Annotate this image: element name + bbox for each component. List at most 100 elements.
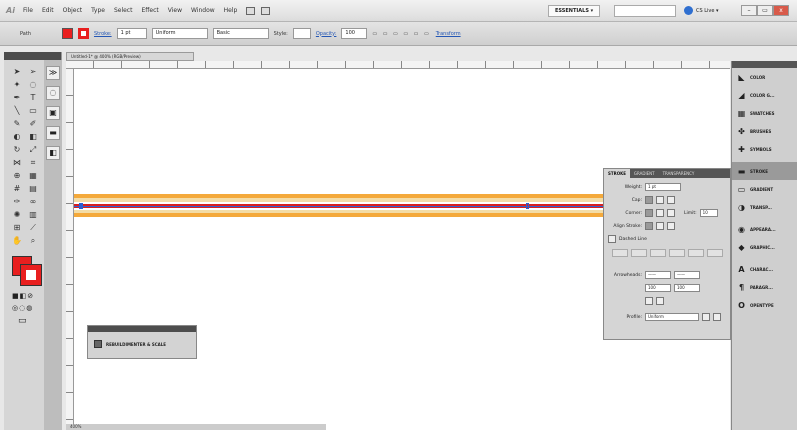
rectangle-tool-icon[interactable]: ▭ <box>26 105 40 116</box>
gradient-tool-icon[interactable]: ▤ <box>26 183 40 194</box>
tab-stroke[interactable]: STROKE <box>604 169 630 178</box>
dash-field-3[interactable] <box>688 249 704 257</box>
lasso-tool-icon[interactable]: ◌ <box>26 79 40 90</box>
panel-character[interactable]: A CHARAC... <box>732 260 797 278</box>
flip-along-button[interactable] <box>702 313 710 321</box>
menu-object[interactable]: Object <box>63 7 83 14</box>
pencil-tool-icon[interactable]: ✐ <box>26 118 40 129</box>
stroke-color-box[interactable] <box>20 264 42 286</box>
miter-join-button[interactable] <box>645 209 653 217</box>
dashed-line-checkbox[interactable] <box>608 235 616 243</box>
panel-color[interactable]: ◣ COLOR <box>732 68 797 86</box>
gap-field-1[interactable] <box>631 249 647 257</box>
transform-link[interactable]: Transform <box>436 31 461 37</box>
magic-wand-tool-icon[interactable]: ✦ <box>10 79 24 90</box>
flip-across-button[interactable] <box>713 313 721 321</box>
panel-symbols[interactable]: ✚ SYMBOLS <box>732 140 797 158</box>
navigator-icon[interactable]: ◌ <box>46 86 60 100</box>
menu-window[interactable]: Window <box>191 7 215 14</box>
draw-mode-icons[interactable]: ◎◌◍ <box>12 304 33 312</box>
layers-icon[interactable]: ▣ <box>46 106 60 120</box>
tab-gradient[interactable]: GRADIENT <box>630 169 659 178</box>
stroke-inner-top[interactable] <box>74 198 604 202</box>
rotate-tool-icon[interactable]: ↻ <box>10 144 24 155</box>
floating-panel-row[interactable]: REBUILDIMENTER & SCALE <box>88 332 196 348</box>
cs-live-button[interactable]: CS Live ▾ <box>684 6 719 15</box>
type-tool-icon[interactable]: T <box>26 92 40 103</box>
tools-panel-header[interactable] <box>4 52 61 60</box>
projecting-cap-button[interactable] <box>667 196 675 204</box>
panel-opentype[interactable]: O OPENTYPE <box>732 296 797 314</box>
eyedropper-tool-icon[interactable]: ✑ <box>10 196 24 207</box>
menu-effect[interactable]: Effect <box>141 7 158 14</box>
bevel-join-button[interactable] <box>667 209 675 217</box>
arrange-documents-icon[interactable] <box>261 6 271 15</box>
round-cap-button[interactable] <box>656 196 664 204</box>
free-transform-tool-icon[interactable]: ⌗ <box>26 157 40 168</box>
dash-field-1[interactable] <box>612 249 628 257</box>
gap-field-2[interactable] <box>669 249 685 257</box>
brush-definition[interactable]: Basic <box>212 28 269 39</box>
pathfinder-icon[interactable]: ◧ <box>46 146 60 160</box>
perspective-grid-tool-icon[interactable]: ▦ <box>26 170 40 181</box>
style-picker[interactable] <box>292 28 311 39</box>
restore-button[interactable]: ▭ <box>757 5 773 16</box>
graph-tool-icon[interactable]: ▥ <box>26 209 40 220</box>
panel-transparency[interactable]: ◑ TRANSP... <box>732 198 797 216</box>
color-mode-icons[interactable]: ■◧⊘ <box>12 292 34 300</box>
stroke-weight-field[interactable]: 1 pt <box>116 28 147 39</box>
anchor-point-mid[interactable] <box>526 203 529 209</box>
stroke-swatch[interactable] <box>77 28 89 39</box>
slice-tool-icon[interactable]: ⟋ <box>26 222 40 233</box>
place-arrow-button[interactable] <box>656 297 664 305</box>
profile-select[interactable]: Uniform <box>645 313 699 321</box>
menu-file[interactable]: File <box>23 7 33 14</box>
anchor-point-left[interactable] <box>79 203 83 209</box>
limit-field[interactable]: 10 <box>699 209 718 217</box>
panel-appearance[interactable]: ◉ APPEARA... <box>732 220 797 238</box>
panel-color-guide[interactable]: ◢ COLOR G... <box>732 86 797 104</box>
vertical-ruler[interactable] <box>66 69 74 430</box>
panel-gradient[interactable]: ▭ GRADIENT <box>732 180 797 198</box>
hand-tool-icon[interactable]: ✋ <box>10 235 24 246</box>
start-arrowhead-select[interactable]: —— <box>645 271 671 279</box>
round-join-button[interactable] <box>656 209 664 217</box>
menu-view[interactable]: View <box>168 7 182 14</box>
panel-graphic-styles[interactable]: ◆ GRAPHIC... <box>732 238 797 256</box>
screen-mode-icon[interactable]: ▭ <box>18 316 27 326</box>
scale-tool-icon[interactable]: ⤢ <box>26 144 40 155</box>
pen-tool-icon[interactable]: ✒ <box>10 92 24 103</box>
align-center-button[interactable] <box>645 222 653 230</box>
artboard-tool-icon[interactable]: ⊞ <box>10 222 24 233</box>
tab-transparency[interactable]: TRANSPARENCY <box>659 169 699 178</box>
symbol-sprayer-tool-icon[interactable]: ✺ <box>10 209 24 220</box>
selection-tool-icon[interactable]: ➤ <box>10 66 24 77</box>
gap-field-3[interactable] <box>707 249 723 257</box>
collapse-arrow-icon[interactable]: ≫ <box>46 66 60 80</box>
blend-tool-icon[interactable]: ∞ <box>26 196 40 207</box>
paintbrush-tool-icon[interactable]: ✎ <box>10 118 24 129</box>
align-icons[interactable]: ▭ ▭ ▭ ▭ ▭ ▭ <box>372 31 430 37</box>
weight-field[interactable]: 1 pt <box>645 183 681 191</box>
stroke-outer-bottom[interactable] <box>74 213 604 217</box>
menu-select[interactable]: Select <box>114 7 133 14</box>
panel-paragraph[interactable]: ¶ PARAGR... <box>732 278 797 296</box>
align-outside-button[interactable] <box>667 222 675 230</box>
align-inside-button[interactable] <box>656 222 664 230</box>
direct-selection-tool-icon[interactable]: ➢ <box>26 66 40 77</box>
blob-brush-tool-icon[interactable]: ◐ <box>10 131 24 142</box>
document-tab[interactable]: Untitled-1* @ 400% (RGB/Preview) <box>66 52 194 61</box>
align-icon[interactable]: ▬ <box>46 126 60 140</box>
zoom-tool-icon[interactable]: ⌕ <box>26 235 40 246</box>
close-button[interactable]: x <box>773 5 789 16</box>
minimize-button[interactable]: – <box>741 5 757 16</box>
end-scale-field[interactable]: 100 <box>674 284 700 292</box>
line-tool-icon[interactable]: ╲ <box>10 105 24 116</box>
butt-cap-button[interactable] <box>645 196 653 204</box>
eraser-tool-icon[interactable]: ◧ <box>26 131 40 142</box>
opacity-link[interactable]: Opacity: <box>316 31 337 37</box>
fill-swatch[interactable] <box>61 28 73 39</box>
start-scale-field[interactable]: 100 <box>645 284 671 292</box>
horizontal-ruler[interactable] <box>66 61 730 69</box>
panel-stroke[interactable]: ▬ STROKE <box>732 162 797 180</box>
